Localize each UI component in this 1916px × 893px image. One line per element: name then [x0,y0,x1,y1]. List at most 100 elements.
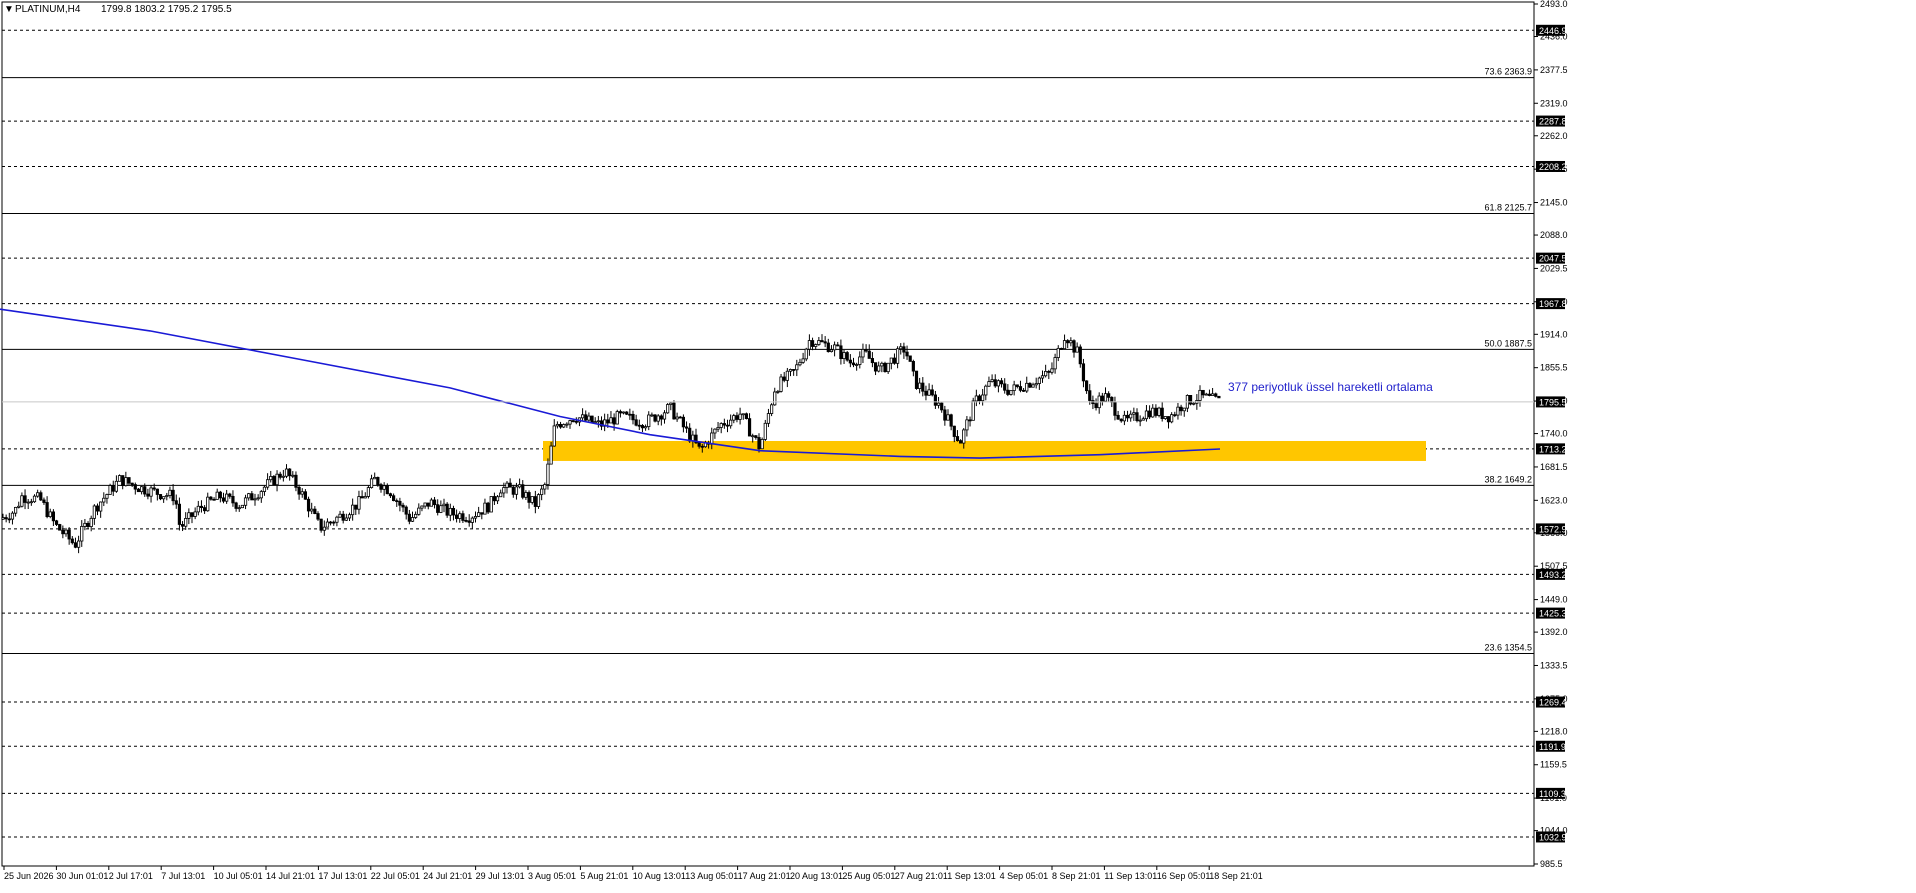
candle-body [256,497,260,500]
candle-body [436,504,440,513]
candle-body [634,419,638,426]
candle-body [779,376,783,392]
candle-body [987,381,991,387]
candle-body [442,503,446,507]
x-tick-label: 29 Jul 13:01 [476,871,525,881]
candle-body [357,496,361,510]
price-badge-label: 1109.3 [1539,789,1566,799]
candle-body [363,496,367,499]
candle-body [1081,363,1086,382]
candle-body [959,440,963,444]
candle-body [1012,384,1016,391]
plot-area[interactable] [1,1,1535,867]
candle-body [552,425,556,447]
candle [58,523,62,531]
candle-body [1053,357,1057,370]
candle-body [461,513,465,521]
candle-body [341,513,345,521]
candle-body [401,504,405,508]
candle [158,494,163,501]
candle-body [451,507,456,516]
candle-body [480,512,484,515]
candle-body [933,394,938,406]
candle [653,414,657,423]
candle-body [382,485,386,490]
candle [1217,395,1221,399]
candle-body [631,413,635,421]
candle-body [1056,347,1060,358]
candle-body [228,493,232,497]
x-tick-label: 10 Jul 05:01 [214,871,263,881]
candle-body [278,473,282,478]
candle-body [1037,377,1041,384]
candle-body [855,364,859,366]
candle-body [344,517,348,521]
candle-body [174,500,178,505]
candle-body [225,493,229,502]
candle-body [426,502,430,507]
candle-body [366,487,371,497]
candle-body [272,476,276,486]
price-badge-label: 2047.5 [1539,254,1567,264]
candle-body [360,496,364,499]
symbol-label: PLATINUM,H4 [15,4,81,15]
candle-body [284,468,289,477]
candle-body [111,485,115,492]
candle-body [99,501,103,512]
x-tick-label: 18 Sep 21:01 [1209,871,1263,881]
candle-body [788,369,793,372]
candle-body [609,417,613,424]
candle-body [647,414,651,427]
candle-body [1207,393,1212,396]
candle-body [86,522,90,527]
candle-body [410,517,415,522]
candle-body [32,495,37,503]
candle-body [996,380,1001,387]
candle-body [58,524,62,531]
candle-body [719,423,723,428]
candle-body [883,362,887,373]
candle-body [1040,375,1045,379]
x-tick-label: 14 Jul 21:01 [266,871,315,881]
candle-body [1085,380,1089,392]
candle [486,501,490,515]
x-tick-label: 22 Jul 05:01 [371,871,420,881]
candle-body [892,357,897,364]
y-tick-label: 1333.5 [1540,660,1568,670]
candle-body [628,413,632,416]
candle-body [83,522,87,527]
y-tick-label: 2029.5 [1540,263,1568,273]
candle-body [930,389,934,396]
candle-body [1094,403,1098,409]
ema-annotation: 377 periyotluk üssel hareketli ortalama [1228,380,1433,394]
candle [108,483,112,495]
candle [117,474,122,482]
candle-body [741,413,745,416]
candle-body [294,474,298,488]
candle-body [952,425,956,437]
collapse-triangle-icon[interactable]: ▼ [4,4,14,15]
chart-window[interactable]: 73.6 2363.9 61.8 2125.7 50.0 1887.5 38.2 16… [0,0,1916,888]
candle-body [766,413,771,424]
candle-body [810,340,815,347]
candle-body [351,504,355,516]
candle-body [518,484,522,488]
candle-body [521,484,525,498]
candle-body [492,496,497,502]
candle-body [70,538,74,544]
candle-body [1018,386,1023,391]
candle-body [984,385,988,396]
price-chart[interactable]: 73.6 2363.9 61.8 2125.7 50.0 1887.5 38.2 16… [0,0,1916,888]
candle-body [1066,340,1070,344]
candle-body [1025,382,1029,392]
candle-body [590,415,594,423]
candle-body [423,502,427,507]
candle-body [943,409,947,421]
candle-body [1125,414,1130,419]
candle-body [981,394,985,402]
candle-body [338,513,342,518]
x-tick-label: 4 Sep 05:01 [1000,871,1049,881]
candle-body [180,524,185,527]
candle-body [297,486,301,495]
level-badge: 1032.9 [1536,831,1567,843]
